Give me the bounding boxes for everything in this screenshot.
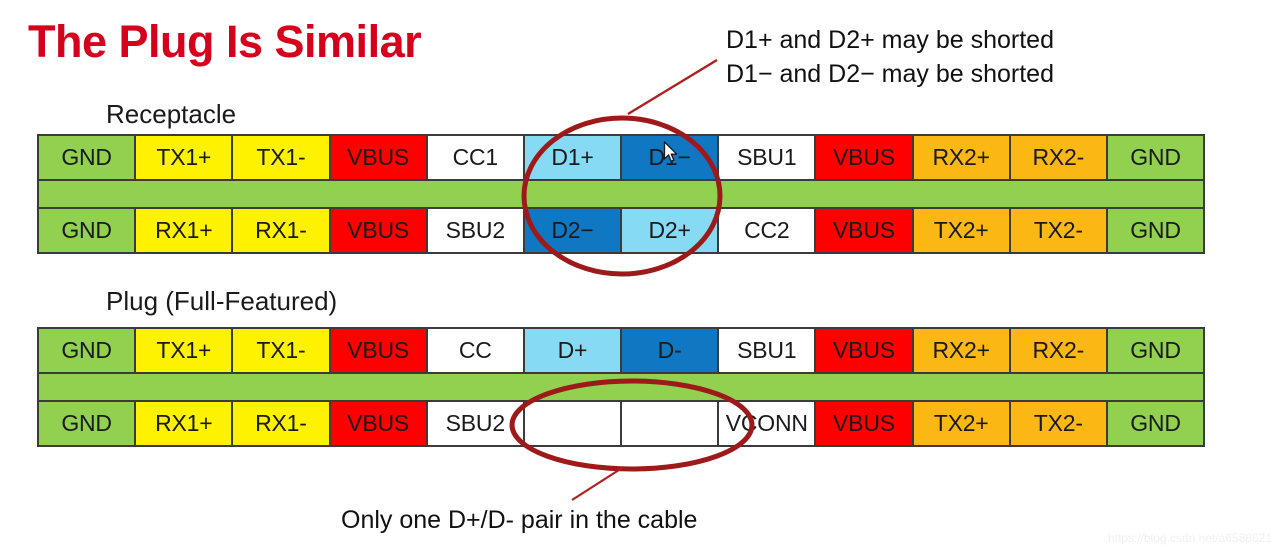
receptacle-pin-cell-cc2: CC2 bbox=[719, 209, 817, 252]
mouse-pointer-icon bbox=[663, 141, 678, 162]
plug-pin-cell-gnd: GND bbox=[39, 329, 137, 372]
receptacle-pin-cell-gnd: GND bbox=[1107, 136, 1204, 179]
receptacle-pin-cell-vbus: VBUS bbox=[816, 209, 914, 252]
receptacle-pin-cell-sbu1: SBU1 bbox=[719, 136, 817, 179]
receptacle-pin-cell-tx1+: TX1+ bbox=[136, 136, 234, 179]
receptacle-pin-cell-rx1-: RX1- bbox=[233, 209, 331, 252]
plug-pin-cell-sbu1: SBU1 bbox=[719, 329, 817, 372]
receptacle-pin-cell-gnd: GND bbox=[39, 209, 137, 252]
plug-pin-cell-rx2+: RX2+ bbox=[913, 329, 1011, 372]
receptacle-pin-cell-gnd: GND bbox=[1107, 209, 1204, 252]
plug-pin-table: GND TX1+ TX1- VBUS CC D+ D- SBU1 VBUS RX2+ RX2- GND… bbox=[37, 327, 1205, 447]
plug-pin-cell-empty bbox=[524, 402, 623, 445]
plug-pin-cell-vconn: VCONN bbox=[719, 402, 817, 445]
plug-pin-cell-rx2-: RX2- bbox=[1010, 329, 1108, 372]
plug-pin-cell-tx2-: TX2- bbox=[1010, 402, 1108, 445]
receptacle-pin-cell-d2-: D2− bbox=[524, 209, 623, 252]
receptacle-section-label: Receptacle bbox=[106, 99, 237, 129]
receptacle-center-band bbox=[39, 181, 1203, 207]
shorted-pins-annotation-line-2: D1− and D2− may be shorted bbox=[726, 59, 1054, 88]
slide-canvas: The Plug Is Similar Receptacle GND TX1+ TX… bbox=[0, 0, 1280, 551]
plug-center-band bbox=[39, 374, 1203, 400]
plug-pin-cell-empty bbox=[622, 402, 720, 445]
receptacle-pin-cell-vbus: VBUS bbox=[816, 136, 914, 179]
shorted-pins-leader-line bbox=[627, 58, 718, 116]
receptacle-pin-cell-vbus: VBUS bbox=[330, 136, 428, 179]
plug-pin-cell-gnd: GND bbox=[1107, 329, 1204, 372]
receptacle-pin-cell-rx2-: RX2- bbox=[1010, 136, 1108, 179]
receptacle-pin-cell-vbus: VBUS bbox=[330, 209, 428, 252]
plug-pin-cell-tx1-: TX1- bbox=[233, 329, 331, 372]
plug-pin-cell-gnd: GND bbox=[39, 402, 137, 445]
receptacle-pin-cell-rx2+: RX2+ bbox=[913, 136, 1011, 179]
receptacle-pin-cell-tx2-: TX2- bbox=[1010, 209, 1108, 252]
plug-pin-cell-sbu2: SBU2 bbox=[427, 402, 525, 445]
plug-pin-cell-gnd: GND bbox=[1107, 402, 1204, 445]
receptacle-pin-cell-rx1+: RX1+ bbox=[136, 209, 234, 252]
plug-pin-cell-vbus: VBUS bbox=[816, 329, 914, 372]
plug-pin-cell-vbus: VBUS bbox=[816, 402, 914, 445]
annotation-overlay bbox=[509, 58, 755, 501]
plug-pin-cell-d+: D+ bbox=[524, 329, 623, 372]
receptacle-pin-cell-tx2+: TX2+ bbox=[913, 209, 1011, 252]
plug-top-row: GND TX1+ TX1- VBUS CC D+ D- SBU1 VBUS RX2+ RX2- GND bbox=[39, 329, 1204, 374]
plug-pin-cell-cc: CC bbox=[427, 329, 525, 372]
receptacle-pin-cell-d2+: D2+ bbox=[622, 209, 720, 252]
single-pair-leader-line bbox=[571, 467, 623, 501]
plug-section-label: Plug (Full-Featured) bbox=[106, 286, 338, 316]
plug-pin-cell-tx1+: TX1+ bbox=[136, 329, 234, 372]
receptacle-pin-cell-tx1-: TX1- bbox=[233, 136, 331, 179]
shorted-pins-annotation-line-1: D1+ and D2+ may be shorted bbox=[726, 26, 1054, 54]
receptacle-pin-cell-sbu2: SBU2 bbox=[427, 209, 525, 252]
receptacle-top-row: GNDTX1+TX1-VBUSCC1D1+D1−SBU1VBUSRX2+RX2-… bbox=[39, 136, 1204, 181]
plug-pin-cell-rx1+: RX1+ bbox=[136, 402, 234, 445]
receptacle-bottom-row: GND RX1+ RX1- VBUS SBU2 D2− D2+ CC2 VBUS TX2+ TX2-… bbox=[39, 207, 1204, 252]
plug-bottom-row: GND RX1+ RX1- VBUS SBU2 VCONN VBUS TX2+ TX2- GND bbox=[39, 400, 1204, 445]
receptacle-pin-table: GNDTX1+TX1-VBUSCC1D1+D1−SBU1VBUSRX2+RX2-… bbox=[37, 134, 1205, 254]
plug-pin-cell-vbus: VBUS bbox=[330, 402, 428, 445]
shorted-pins-annotation: D1+ and D2+ may be shorted D1− and D2− m… bbox=[726, 24, 1054, 91]
receptacle-pin-cell-d1+: D1+ bbox=[524, 136, 623, 179]
watermark: https://blog.csdn.net/a6588621 bbox=[1107, 531, 1272, 545]
plug-pin-cell-d-: D- bbox=[622, 329, 720, 372]
single-pair-annotation-line-1: Only one D+/D- pair in the cable bbox=[341, 506, 698, 534]
plug-pin-cell-vbus: VBUS bbox=[330, 329, 428, 372]
plug-pin-cell-rx1-: RX1- bbox=[233, 402, 331, 445]
page-title: The Plug Is Similar bbox=[28, 16, 422, 67]
receptacle-pin-cell-gnd: GND bbox=[39, 136, 137, 179]
plug-pin-cell-tx2+: TX2+ bbox=[913, 402, 1011, 445]
single-pair-annotation: Only one D+/D- pair in the cable bbox=[341, 504, 697, 538]
receptacle-pin-cell-cc1: CC1 bbox=[427, 136, 525, 179]
